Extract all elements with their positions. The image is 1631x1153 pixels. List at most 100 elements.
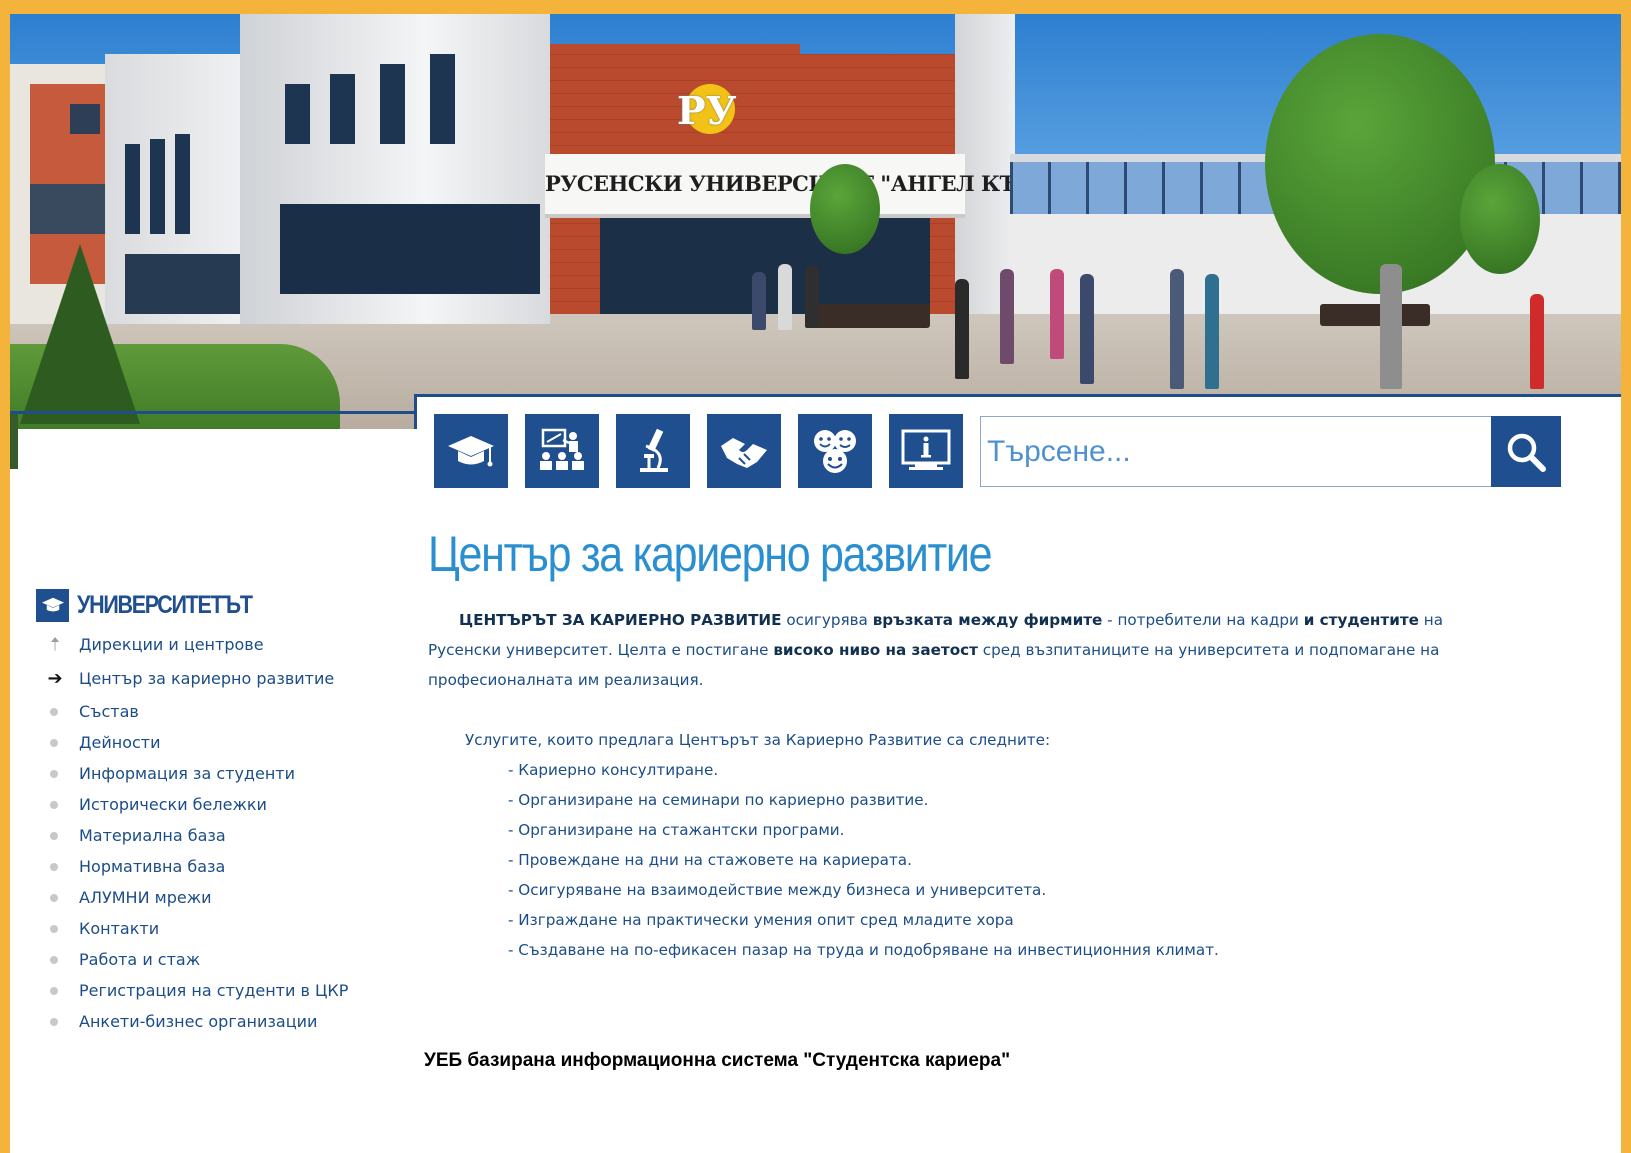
hero-strip bbox=[10, 414, 18, 469]
bullet-icon bbox=[50, 770, 58, 778]
search-button[interactable] bbox=[1491, 416, 1561, 487]
service-item: - Осигуряване на взаимодействие между би… bbox=[508, 881, 1047, 899]
sidebar-nav: 🠡 Дирекции и центрове ➔ Център за кариерно… bbox=[36, 628, 416, 1037]
sidebar-item-label: Дейности bbox=[79, 733, 161, 752]
bullet-icon bbox=[50, 708, 58, 716]
service-item: - Кариерно консултиране. bbox=[508, 761, 719, 779]
hero-banner: РУ РУСЕНСКИ УНИВЕРСИТЕТ "АНГЕЛ КЪНЧЕВ" bbox=[10, 14, 1621, 429]
hero-person bbox=[1170, 269, 1184, 389]
page: РУ РУСЕНСКИ УНИВЕРСИТЕТ "АНГЕЛ КЪНЧЕВ" bbox=[10, 14, 1621, 1153]
hero-person bbox=[752, 272, 766, 330]
service-item: - Организиране на стажантски програми. bbox=[508, 821, 845, 839]
hero-tree bbox=[1265, 34, 1495, 294]
sidebar-item-label: Регистрация на студенти в ЦКР bbox=[79, 981, 349, 1000]
intro-paragraph: ЦЕНТЪРЪТ ЗА КАРИЕРНО РАЗВИТИЕ осигурява … bbox=[428, 605, 1508, 695]
graduation-cap-button[interactable] bbox=[434, 414, 508, 488]
hero-tree-small bbox=[1460, 164, 1540, 274]
sidebar-item-label: Информация за студенти bbox=[79, 764, 295, 783]
lecture-button[interactable] bbox=[525, 414, 599, 488]
sidebar-item-contacts[interactable]: Контакти bbox=[36, 913, 416, 944]
services-heading: Услугите, които предлага Центърът за Кар… bbox=[465, 731, 1051, 749]
sidebar-item-staff[interactable]: Състав bbox=[36, 696, 416, 727]
search-box bbox=[980, 416, 1561, 487]
sidebar-item-label: Нормативна база bbox=[79, 857, 226, 876]
hero-person bbox=[1080, 274, 1094, 384]
sidebar-item-alumni[interactable]: АЛУМНИ мрежи bbox=[36, 882, 416, 913]
hero-building-main bbox=[240, 14, 550, 324]
sidebar-title: УНИВЕРСИТЕТЪТ bbox=[77, 590, 253, 619]
hero-person bbox=[1000, 269, 1014, 364]
bullet-icon bbox=[50, 739, 58, 747]
hero-pine-tree bbox=[20, 244, 140, 424]
sidebar-item-jobs[interactable]: Работа и стаж bbox=[36, 944, 416, 975]
sidebar-item-label: АЛУМНИ мрежи bbox=[79, 888, 212, 907]
sidebar-item-activities[interactable]: Дейности bbox=[36, 727, 416, 758]
hero-person bbox=[778, 264, 792, 330]
services-list: - Кариерно консултиране. - Организиране … bbox=[508, 755, 1578, 965]
partnership-button[interactable] bbox=[707, 414, 781, 488]
hero-bench-2 bbox=[1320, 304, 1430, 326]
page-title: Център за кариерно развитие bbox=[428, 526, 993, 582]
bullet-icon bbox=[50, 1018, 58, 1026]
bullet-icon bbox=[50, 894, 58, 902]
graduation-cap-icon bbox=[41, 597, 64, 612]
university-logo: РУ bbox=[677, 84, 736, 134]
service-item: - Организиране на семинари по кариерно р… bbox=[508, 791, 929, 809]
sidebar-item-career-center[interactable]: ➔ Център за кариерно развитие bbox=[36, 661, 416, 696]
sidebar-item-label: Материална база bbox=[79, 826, 226, 845]
search-input[interactable] bbox=[981, 417, 1489, 486]
sidebar-item-label: Работа и стаж bbox=[79, 950, 201, 969]
bullet-icon bbox=[50, 956, 58, 964]
service-item: - Провеждане на дни на стажовете на кари… bbox=[508, 851, 912, 869]
sidebar-item-registration[interactable]: Регистрация на студенти в ЦКР bbox=[36, 975, 416, 1006]
sidebar-item-facilities[interactable]: Материална база bbox=[36, 820, 416, 851]
arrow-right-icon: ➔ bbox=[47, 668, 63, 689]
smileys-icon bbox=[814, 430, 856, 473]
intro-strong: връзката между фирмите bbox=[872, 611, 1103, 629]
sidebar-item-history[interactable]: Исторически бележки bbox=[36, 789, 416, 820]
main-content: Център за кариерно развитие ЦЕНТЪРЪТ ЗА … bbox=[428, 519, 1578, 965]
arrow-up-icon: 🠡 bbox=[50, 634, 60, 655]
sidebar-item-label: Контакти bbox=[79, 919, 160, 938]
sidebar-cap-box bbox=[36, 588, 69, 622]
service-item: - Създаване на по-ефикасен пазар на труд… bbox=[508, 941, 1219, 959]
search-icon bbox=[1507, 433, 1546, 472]
sidebar-item-directorates[interactable]: 🠡 Дирекции и центрове bbox=[36, 628, 416, 661]
university-signboard: РУСЕНСКИ УНИВЕРСИТЕТ "АНГЕЛ КЪНЧЕВ" bbox=[545, 154, 1101, 218]
intro-strong: и студентите bbox=[1303, 611, 1419, 629]
sidebar-item-label: Състав bbox=[79, 702, 139, 721]
sidebar-item-student-info[interactable]: Информация за студенти bbox=[36, 758, 416, 789]
student-life-button[interactable] bbox=[798, 414, 872, 488]
intro-text: осигурява bbox=[781, 611, 873, 629]
graduation-cap-icon bbox=[448, 436, 494, 467]
quick-links-bar bbox=[434, 414, 963, 489]
sidebar-header[interactable]: УНИВЕРСИТЕТЪТ bbox=[36, 588, 416, 622]
hero-person bbox=[1380, 264, 1402, 389]
microscope-icon bbox=[640, 428, 668, 472]
bullet-icon bbox=[50, 801, 58, 809]
sidebar-item-label: Анкети-бизнес организации bbox=[79, 1012, 318, 1031]
hero-person bbox=[1530, 294, 1544, 389]
service-item: - Изграждане на практически умения опит … bbox=[508, 911, 1014, 929]
intro-strong: високо ниво на заетост bbox=[773, 641, 978, 659]
sidebar-item-label: Център за кариерно развитие bbox=[79, 669, 335, 688]
bullet-icon bbox=[50, 832, 58, 840]
hero-person bbox=[955, 279, 969, 379]
sidebar: УНИВЕРСИТЕТЪТ 🠡 Дирекции и центрове ➔ Цент… bbox=[36, 588, 416, 1037]
research-button[interactable] bbox=[616, 414, 690, 488]
hero-person bbox=[1205, 274, 1219, 389]
hero-border-left bbox=[10, 411, 417, 414]
information-button[interactable] bbox=[889, 414, 963, 488]
bullet-icon bbox=[50, 925, 58, 933]
hero-bench bbox=[810, 304, 930, 328]
hero-person bbox=[805, 266, 819, 328]
sidebar-item-label: Дирекции и центрове bbox=[79, 635, 264, 654]
bullet-icon bbox=[50, 863, 58, 871]
sidebar-item-surveys[interactable]: Анкети-бизнес организации bbox=[36, 1006, 416, 1037]
hero-palm bbox=[810, 164, 880, 254]
sidebar-item-regulations[interactable]: Нормативна база bbox=[36, 851, 416, 882]
lecture-icon bbox=[540, 428, 584, 470]
bullet-icon bbox=[50, 987, 58, 995]
intro-strong: ЦЕНТЪРЪТ ЗА КАРИЕРНО РАЗВИТИЕ bbox=[459, 611, 782, 629]
sidebar-item-label: Исторически бележки bbox=[79, 795, 267, 814]
